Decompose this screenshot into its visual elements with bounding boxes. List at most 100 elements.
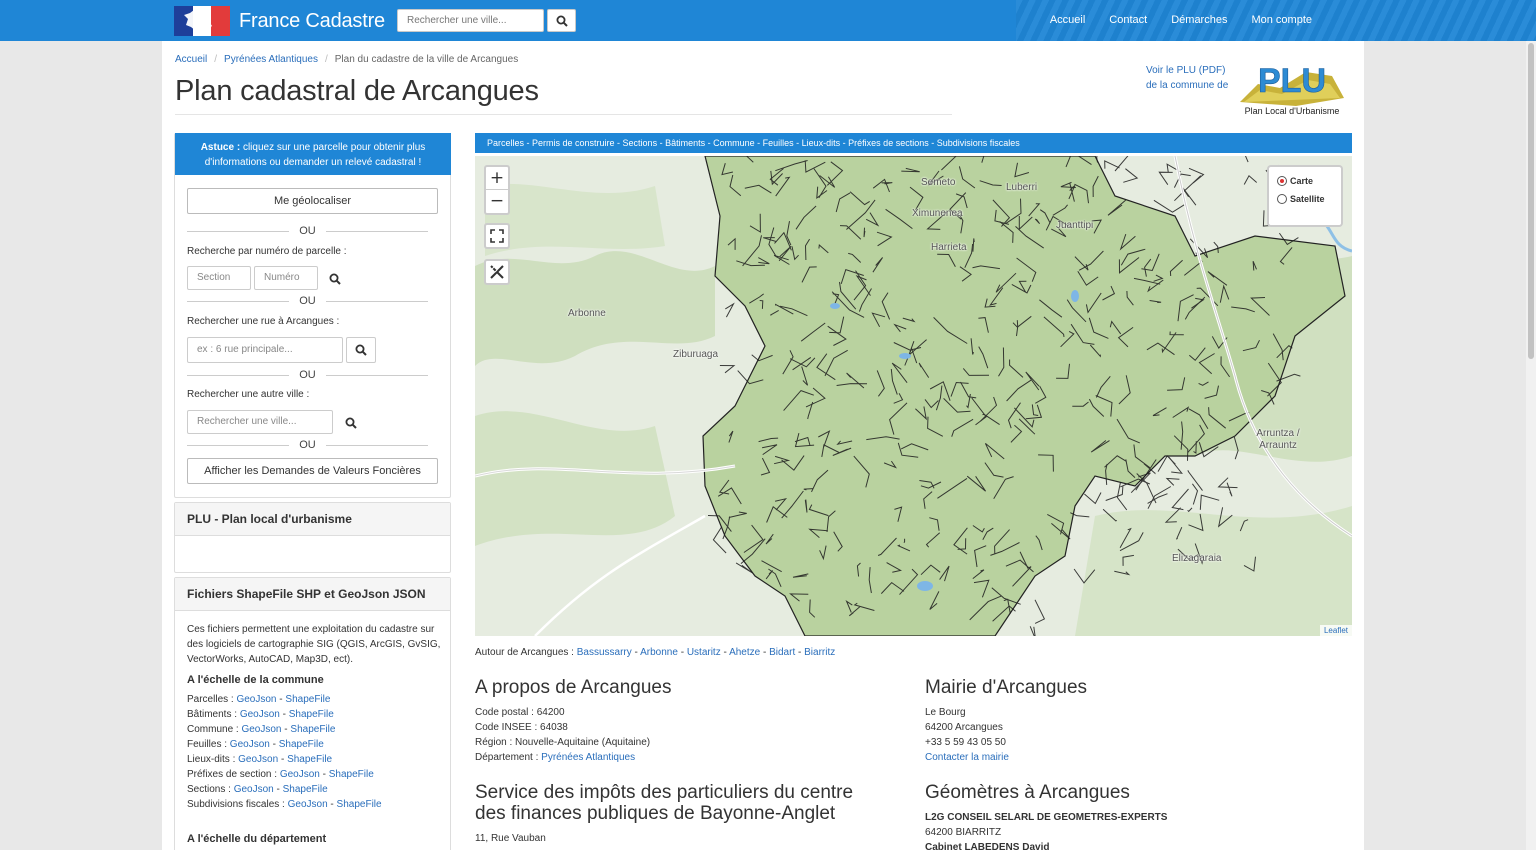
shapefile-link[interactable]: ShapeFile xyxy=(290,724,335,735)
link-separator: - xyxy=(276,784,280,795)
town-separator: - xyxy=(760,647,770,658)
layer-link[interactable]: Sections xyxy=(623,138,658,148)
top-navbar: France Cadastre Rechercher une ville... … xyxy=(0,0,1536,41)
brand[interactable]: France Cadastre xyxy=(174,6,385,36)
surveyor-name: Cabinet LABEDENS David xyxy=(925,842,1050,850)
nearby-town-link[interactable]: Biarritz xyxy=(804,647,835,658)
fullscreen-button[interactable] xyxy=(484,223,510,249)
street-search-input[interactable]: ex : 6 rue principale... xyxy=(187,337,343,363)
plu-link-line-1: Voir le PLU (PDF) xyxy=(1146,65,1226,76)
file-row-label: Commune : xyxy=(187,724,239,735)
brand-name: France Cadastre xyxy=(239,9,385,32)
geojson-link[interactable]: GeoJson xyxy=(236,694,276,705)
geolocate-button[interactable]: Me géolocaliser xyxy=(187,188,438,214)
department-link[interactable]: Pyrénées Atlantiques xyxy=(541,752,635,763)
zoom-in-button[interactable]: + xyxy=(486,167,508,190)
layer-link[interactable]: Préfixes de sections xyxy=(848,138,929,148)
surveyors-list: L2G CONSEIL SELARL DE GEOMETRES-EXPERTS … xyxy=(925,810,1167,850)
parcel-search-button[interactable] xyxy=(320,266,350,292)
about-details: Code postal : 64200 Code INSEE : 64038 R… xyxy=(475,705,650,765)
layer-link[interactable]: Permis de construire xyxy=(532,138,615,148)
nav-link-demarches[interactable]: Démarches xyxy=(1171,14,1227,26)
file-row: Bâtiments : GeoJson - ShapeFile xyxy=(187,707,442,722)
shapefile-link[interactable]: ShapeFile xyxy=(337,799,382,810)
nearby-town-link[interactable]: Bassussarry xyxy=(577,647,632,658)
file-row-label: Sections : xyxy=(187,784,231,795)
nearby-town-link[interactable]: Ustaritz xyxy=(687,647,721,658)
layer-separator: - xyxy=(524,138,533,148)
shapefile-link[interactable]: ShapeFile xyxy=(329,769,374,780)
layer-link[interactable]: Feuilles xyxy=(763,138,794,148)
shapefile-link[interactable]: ShapeFile xyxy=(287,754,332,765)
place-label: Ximunenea xyxy=(912,208,963,219)
geojson-link[interactable]: GeoJson xyxy=(241,724,281,735)
link-separator: - xyxy=(272,739,276,750)
layer-link[interactable]: Bâtiments xyxy=(665,138,705,148)
layer-separator: - xyxy=(754,138,763,148)
tax-office-heading: Service des impôts des particuliers du c… xyxy=(475,782,854,824)
city-search-input[interactable]: Rechercher une ville... xyxy=(187,410,333,434)
cadastre-map[interactable]: + − Carte Satellite Semeto Luberri Ximun… xyxy=(475,156,1352,636)
or-divider: OU xyxy=(187,369,428,381)
nearby-towns: Autour de Arcangues : Bassussarry - Arbo… xyxy=(475,647,835,658)
place-label: Arruntza / Arrauntz xyxy=(1256,428,1300,451)
file-row: Subdivisions fiscales : GeoJson - ShapeF… xyxy=(187,797,442,812)
plu-logo-caption: Plan Local d'Urbanisme xyxy=(1245,106,1340,116)
nav-link-mon-compte[interactable]: Mon compte xyxy=(1251,14,1312,26)
geojson-link[interactable]: GeoJson xyxy=(280,769,320,780)
layer-separator: - xyxy=(657,138,666,148)
town-separator: - xyxy=(720,647,730,658)
zoom-out-button[interactable]: − xyxy=(486,190,508,213)
basemap-option-satellite[interactable]: Satellite xyxy=(1277,194,1333,204)
plu-pdf-link[interactable]: Voir le PLU (PDF) de la commune de xyxy=(1146,63,1228,93)
layer-link[interactable]: Commune xyxy=(713,138,755,148)
link-separator: - xyxy=(279,694,283,705)
file-row-label: Subdivisions fiscales : xyxy=(187,799,285,810)
geojson-link[interactable]: GeoJson xyxy=(288,799,328,810)
scrollbar-thumb[interactable] xyxy=(1528,43,1534,359)
shapefile-link[interactable]: ShapeFile xyxy=(279,739,324,750)
or-divider: OU xyxy=(187,439,428,451)
breadcrumb-departement[interactable]: Pyrénées Atlantiques xyxy=(224,54,318,65)
plu-logo[interactable]: PLU Plan Local d'Urbanisme xyxy=(1236,58,1348,118)
nav-search-input[interactable]: Rechercher une ville... xyxy=(397,9,544,32)
city-search-button[interactable] xyxy=(336,410,366,436)
breadcrumb-accueil[interactable]: Accueil xyxy=(175,54,207,65)
contact-mairie-link[interactable]: Contacter la mairie xyxy=(925,750,1009,765)
insee-code: Code INSEE : 64038 xyxy=(475,722,568,733)
shapefile-link[interactable]: ShapeFile xyxy=(289,709,334,720)
geojson-link[interactable]: GeoJson xyxy=(240,709,280,720)
nav-search-button[interactable] xyxy=(547,9,576,32)
dvf-button[interactable]: Afficher les Demandes de Valeurs Foncièr… xyxy=(187,458,438,484)
map-background xyxy=(475,156,1352,636)
layer-separator: - xyxy=(793,138,802,148)
france-flag-logo xyxy=(174,6,230,36)
street-search-button[interactable] xyxy=(346,337,376,363)
layer-link[interactable]: Parcelles xyxy=(487,138,524,148)
page-container: Accueil / Pyrénées Atlantiques / Plan du… xyxy=(162,41,1364,850)
nearby-town-link[interactable]: Bidart xyxy=(769,647,795,658)
shapefile-link[interactable]: ShapeFile xyxy=(283,784,328,795)
layer-separator: - xyxy=(840,138,849,148)
measure-button[interactable] xyxy=(484,259,510,285)
geojson-link[interactable]: GeoJson xyxy=(238,754,278,765)
number-input[interactable]: Numéro xyxy=(254,266,318,290)
basemap-option-carte[interactable]: Carte xyxy=(1277,176,1333,186)
nearby-town-link[interactable]: Arbonne xyxy=(640,647,678,658)
surveyor-city: 64200 BIARRITZ xyxy=(925,827,1002,838)
section-input[interactable]: Section xyxy=(187,266,251,290)
nav-link-accueil[interactable]: Accueil xyxy=(1050,14,1085,26)
surveyor-name: L2G CONSEIL SELARL DE GEOMETRES-EXPERTS xyxy=(925,812,1168,823)
geojson-link[interactable]: GeoJson xyxy=(234,784,274,795)
nearby-town-link[interactable]: Ahetze xyxy=(729,647,760,658)
leaflet-attribution[interactable]: Leaflet xyxy=(1319,625,1352,636)
nav-link-contact[interactable]: Contact xyxy=(1109,14,1147,26)
geojson-link[interactable]: GeoJson xyxy=(230,739,270,750)
layer-link[interactable]: Subdivisions fiscales xyxy=(937,138,1020,148)
map-layers-bar: Parcelles - Permis de construire - Secti… xyxy=(475,133,1352,153)
shapefile-link[interactable]: ShapeFile xyxy=(285,694,330,705)
page-scrollbar[interactable] xyxy=(1526,41,1536,850)
surveyors-heading: Géomètres à Arcangues xyxy=(925,782,1130,803)
search-icon xyxy=(329,273,341,285)
layer-link[interactable]: Lieux-dits xyxy=(802,138,841,148)
